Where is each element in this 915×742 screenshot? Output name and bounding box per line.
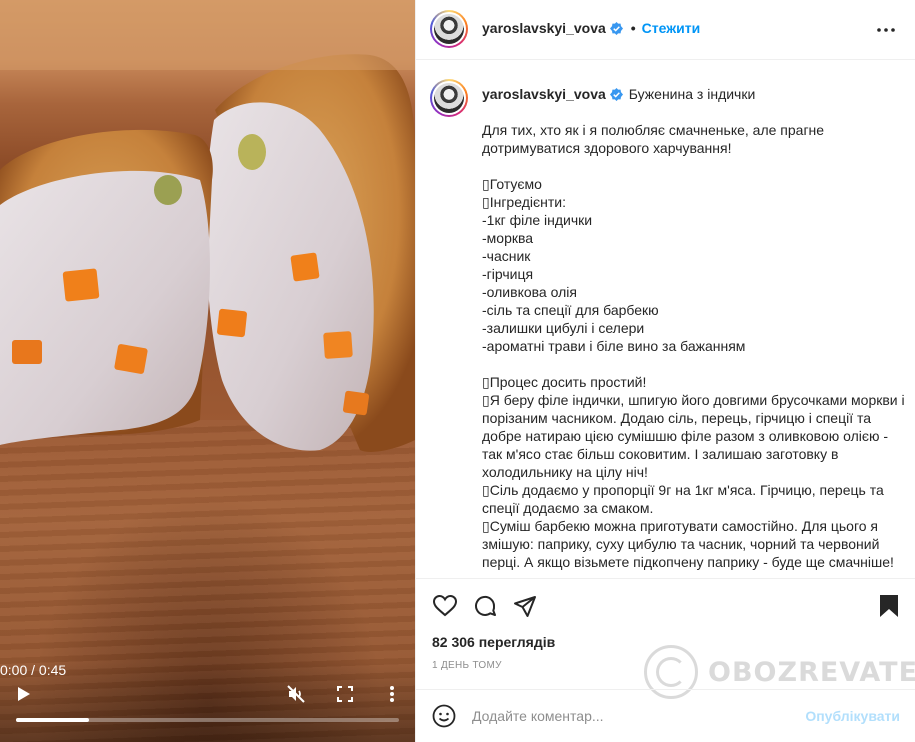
post-side-panel: yaroslavskyi_vova • Стежити yaroslavskyi… [415,0,915,742]
fullscreen-icon[interactable] [333,682,357,706]
views-count[interactable]: 82 306 переглядів [432,634,555,650]
avatar[interactable] [430,10,468,48]
post-actions [416,578,915,632]
caption-title: Буженина з індички [628,86,756,102]
caption-text: Для тих, хто як і я полюбляє смачненьке,… [482,122,905,570]
video-progress-fill [16,718,89,722]
comment-bar: Опублікувати [416,689,915,742]
more-vertical-icon[interactable] [380,682,404,706]
caption-scroll-area[interactable]: yaroslavskyi_vova Буженина з індички Для… [416,61,915,577]
verified-badge-icon [609,21,623,35]
username-link[interactable]: yaroslavskyi_vova [482,20,606,36]
video-controls: 0:00 / 0:45 [0,662,415,742]
verified-badge-icon [609,87,623,101]
bookmark-icon[interactable] [876,593,902,619]
watermark-text: OBOZREVATEL [708,656,915,688]
post-header: yaroslavskyi_vova • Стежити [416,0,915,60]
comment-bubble-icon[interactable] [472,593,498,619]
avatar[interactable] [430,79,468,117]
separator-dot: • [630,20,636,36]
post-timestamp[interactable]: 1 день тому [432,660,502,671]
paper-plane-icon[interactable] [512,593,538,619]
play-icon[interactable] [12,682,36,706]
post-video[interactable]: 0:00 / 0:45 [0,0,415,742]
video-progress-track[interactable] [16,718,399,722]
instagram-post-modal: 0:00 / 0:45 yaroslavskyi_vova • Стежити … [0,0,915,742]
comment-input[interactable] [472,704,792,728]
follow-button[interactable]: Стежити [642,20,701,36]
caption-username[interactable]: yaroslavskyi_vova [482,86,606,102]
more-horizontal-icon[interactable] [874,18,898,42]
speaker-muted-icon[interactable] [284,682,308,706]
heart-icon[interactable] [432,593,458,619]
video-time: 0:00 / 0:45 [0,662,67,678]
publish-button[interactable]: Опублікувати [805,708,900,724]
smiley-icon[interactable] [432,704,456,728]
video-frame-turkey-roast [0,0,415,452]
